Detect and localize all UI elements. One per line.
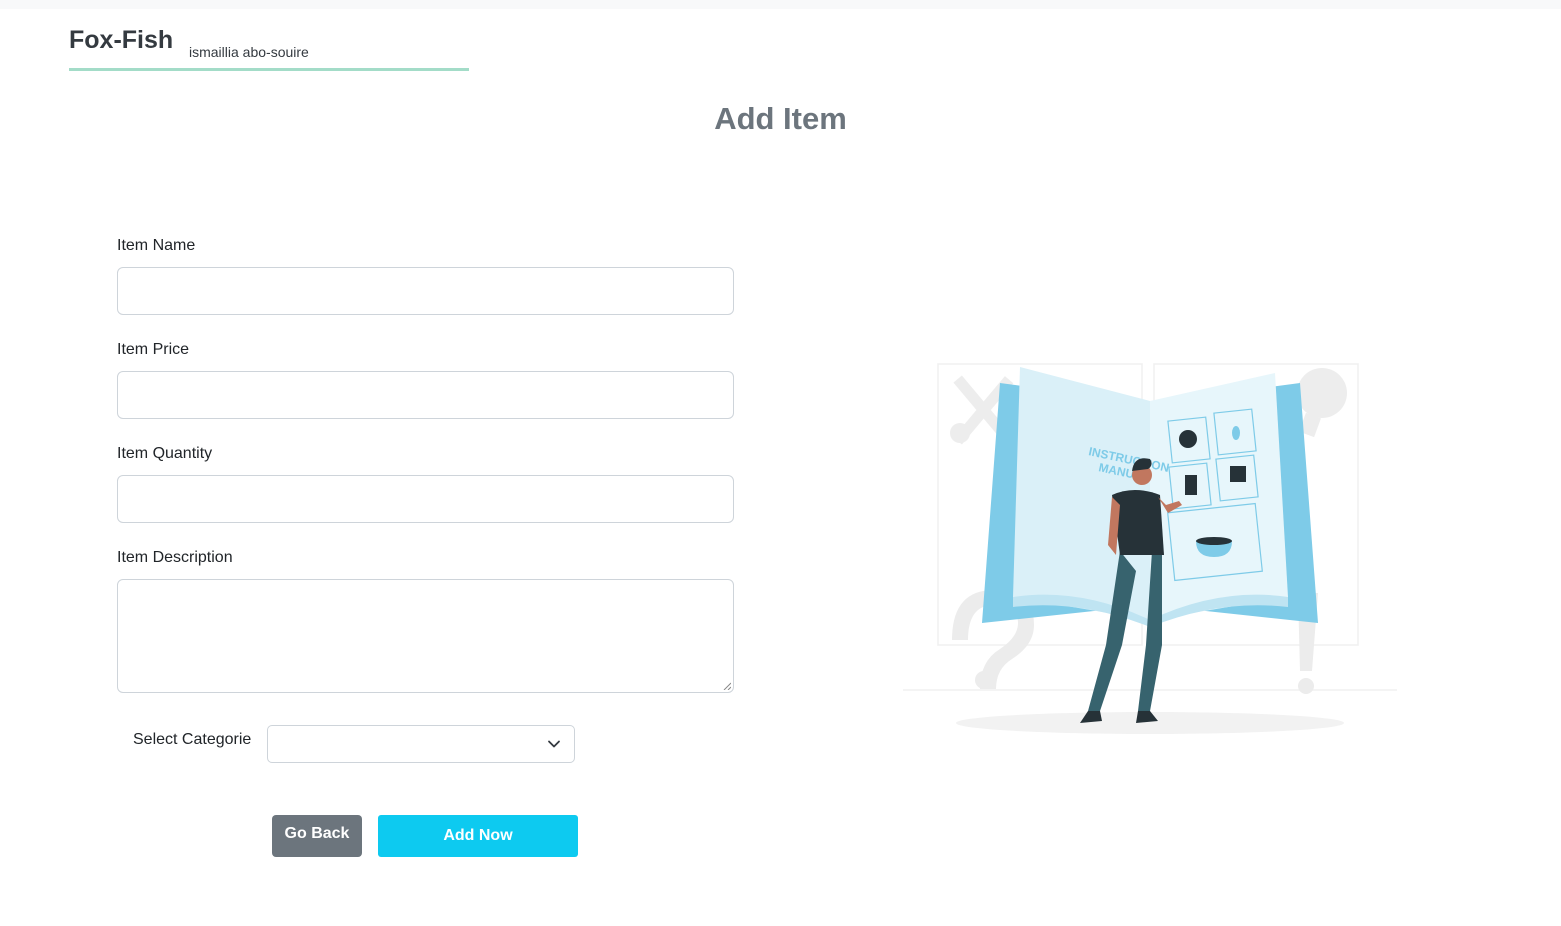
instruction-manual-illustration: INSTRUCTION MANUAL [903,363,1397,734]
item-price-label: Item Price [117,341,190,358]
brand-header: Fox-Fish ismaillia abo-souire [69,26,469,71]
go-back-button[interactable]: Go Back [272,815,362,857]
item-description-textarea[interactable] [117,579,734,693]
item-name-input[interactable] [117,267,734,315]
item-price-input[interactable] [117,371,734,419]
category-select[interactable] [267,725,575,763]
item-description-label: Item Description [117,549,233,566]
add-now-button[interactable]: Add Now [378,815,578,857]
item-name-label: Item Name [117,237,196,254]
resize-grip-icon[interactable] [723,682,731,690]
category-label: Select Categorie [133,731,252,748]
item-quantity-input[interactable] [117,475,734,523]
page-title: Add Item [714,101,847,136]
brand-name[interactable]: Fox-Fish [69,26,173,55]
lightbulb-icon [1297,368,1347,438]
chevron-down-icon [548,740,560,748]
item-quantity-label: Item Quantity [117,445,213,462]
location-text: ismaillia abo-souire [189,44,309,60]
top-strip [0,0,1561,9]
